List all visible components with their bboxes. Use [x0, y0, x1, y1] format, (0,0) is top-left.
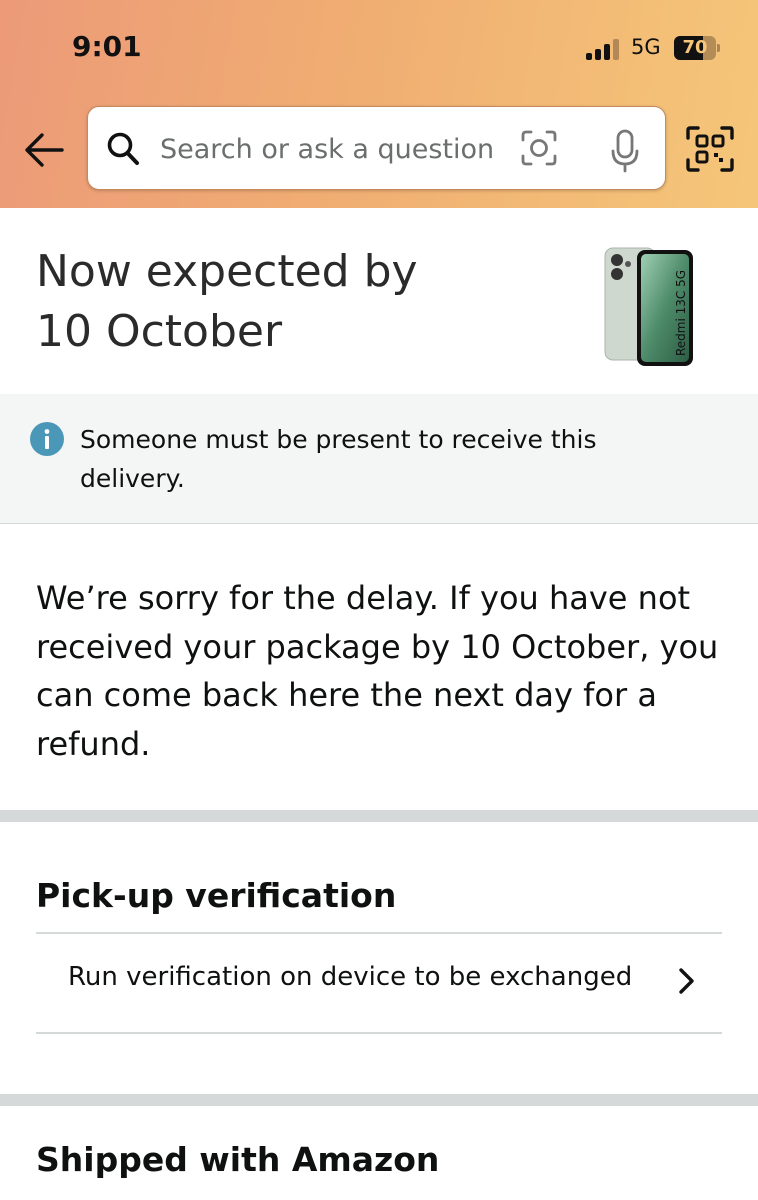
- back-arrow-icon: [25, 133, 64, 167]
- pickup-verification-section: Pick-up verification Run verification on…: [0, 822, 758, 1094]
- cellular-signal-icon: [586, 38, 622, 60]
- delivery-eta-section: Now expected by 10 October Redmi 13C 5G: [0, 208, 758, 394]
- qr-scan-icon[interactable]: [686, 126, 734, 172]
- battery-percentage: 70: [682, 37, 708, 58]
- shipped-with-section: Shipped with Amazon: [0, 1106, 758, 1200]
- chevron-right-icon: [679, 968, 694, 994]
- delay-message: We’re sorry for the delay. If you have n…: [36, 579, 719, 763]
- section-divider: [0, 810, 758, 822]
- network-type: 5G: [631, 35, 661, 59]
- camera-lens-icon[interactable]: [520, 129, 558, 167]
- alert-text: Someone must be present to receive this …: [80, 425, 597, 493]
- microphone-icon[interactable]: [610, 129, 640, 173]
- battery-icon: 70: [674, 36, 720, 60]
- presence-alert: Someone must be present to receive this …: [0, 394, 758, 524]
- status-bar: 9:01 5G 70: [0, 0, 758, 96]
- shipped-heading: Shipped with Amazon: [36, 1140, 440, 1179]
- back-button[interactable]: [22, 130, 66, 170]
- section-divider: [0, 1094, 758, 1106]
- app-header: 9:01 5G 70: [0, 0, 758, 208]
- product-image[interactable]: Redmi 13C 5G: [603, 244, 695, 372]
- pickup-heading: Pick-up verification: [36, 876, 397, 915]
- eta-heading: Now expected by: [36, 246, 418, 297]
- info-icon: [30, 422, 64, 456]
- search-icon: [107, 132, 139, 165]
- search-input[interactable]: [160, 127, 512, 171]
- run-verification-row[interactable]: Run verification on device to be exchang…: [36, 932, 722, 1032]
- run-verification-label: Run verification on device to be exchang…: [68, 962, 633, 992]
- status-time: 9:01: [72, 30, 142, 63]
- divider: [36, 1032, 722, 1034]
- eta-date: 10 October: [36, 306, 283, 357]
- search-bar[interactable]: [87, 106, 666, 190]
- delay-message-section: We’re sorry for the delay. If you have n…: [0, 524, 758, 810]
- product-image-label: Redmi 13C 5G: [674, 270, 688, 356]
